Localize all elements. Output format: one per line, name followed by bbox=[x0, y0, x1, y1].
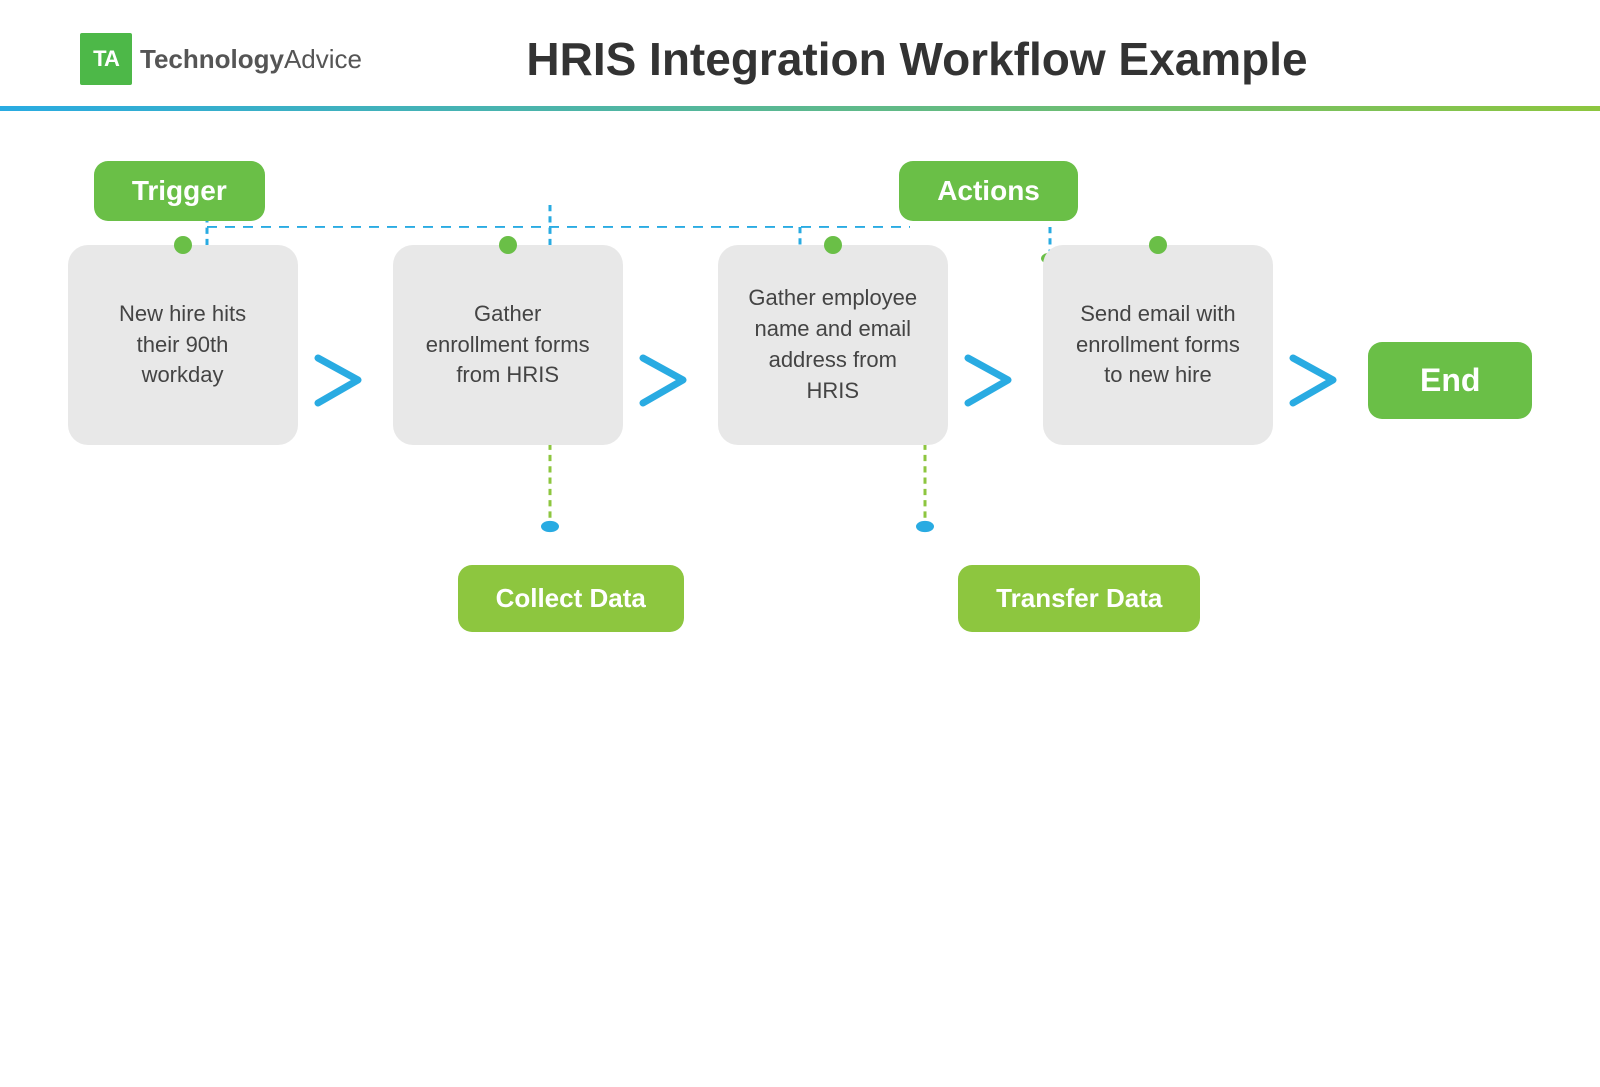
end-node: End bbox=[1368, 342, 1532, 419]
page-title: HRIS Integration Workflow Example bbox=[394, 32, 1520, 86]
arrow2-icon bbox=[638, 353, 703, 408]
card-gather-employee: Gather employee name and email address f… bbox=[718, 245, 948, 445]
card1-node: New hire hits their 90th workday bbox=[68, 236, 298, 445]
arrow4 bbox=[1288, 273, 1353, 408]
arrow3-icon bbox=[963, 353, 1028, 408]
trigger-badge: Trigger bbox=[94, 161, 265, 221]
workflow-container: Trigger Actions bbox=[60, 161, 1540, 632]
card-gather-employee-text: Gather employee name and email address f… bbox=[746, 283, 920, 406]
dot-card4 bbox=[1149, 236, 1167, 254]
page: TA TechnologyAdvice HRIS Integration Wor… bbox=[0, 0, 1600, 1087]
dot-card1 bbox=[174, 236, 192, 254]
collect-data-badge: Collect Data bbox=[458, 565, 684, 632]
arrow1-icon bbox=[313, 353, 378, 408]
arrow2 bbox=[638, 273, 703, 408]
cards-row: New hire hits their 90th workday Gather … bbox=[60, 236, 1540, 445]
gradient-divider bbox=[0, 106, 1600, 111]
card3-node: Gather employee name and email address f… bbox=[718, 236, 948, 445]
card-gather-enrollment: Gather enrollment forms from HRIS bbox=[393, 245, 623, 445]
card-send-email-text: Send email with enrollment forms to new … bbox=[1071, 299, 1245, 391]
end-badge: End bbox=[1368, 342, 1532, 419]
dot-card2 bbox=[499, 236, 517, 254]
logo: TA TechnologyAdvice bbox=[80, 33, 362, 85]
arrow4-icon bbox=[1288, 353, 1353, 408]
card-gather-enrollment-text: Gather enrollment forms from HRIS bbox=[421, 299, 595, 391]
card-send-email: Send email with enrollment forms to new … bbox=[1043, 245, 1273, 445]
card-trigger-text: New hire hits their 90th workday bbox=[96, 299, 270, 391]
card2-node: Gather enrollment forms from HRIS bbox=[393, 236, 623, 445]
logo-icon: TA bbox=[80, 33, 132, 85]
logo-text: TechnologyAdvice bbox=[140, 44, 362, 75]
card-trigger: New hire hits their 90th workday bbox=[68, 245, 298, 445]
header: TA TechnologyAdvice HRIS Integration Wor… bbox=[0, 0, 1600, 86]
arrow3 bbox=[963, 273, 1028, 408]
actions-badge: Actions bbox=[899, 161, 1078, 221]
arrow1 bbox=[313, 273, 378, 408]
dot-card3 bbox=[824, 236, 842, 254]
card4-node: Send email with enrollment forms to new … bbox=[1043, 236, 1273, 445]
transfer-data-badge: Transfer Data bbox=[958, 565, 1200, 632]
